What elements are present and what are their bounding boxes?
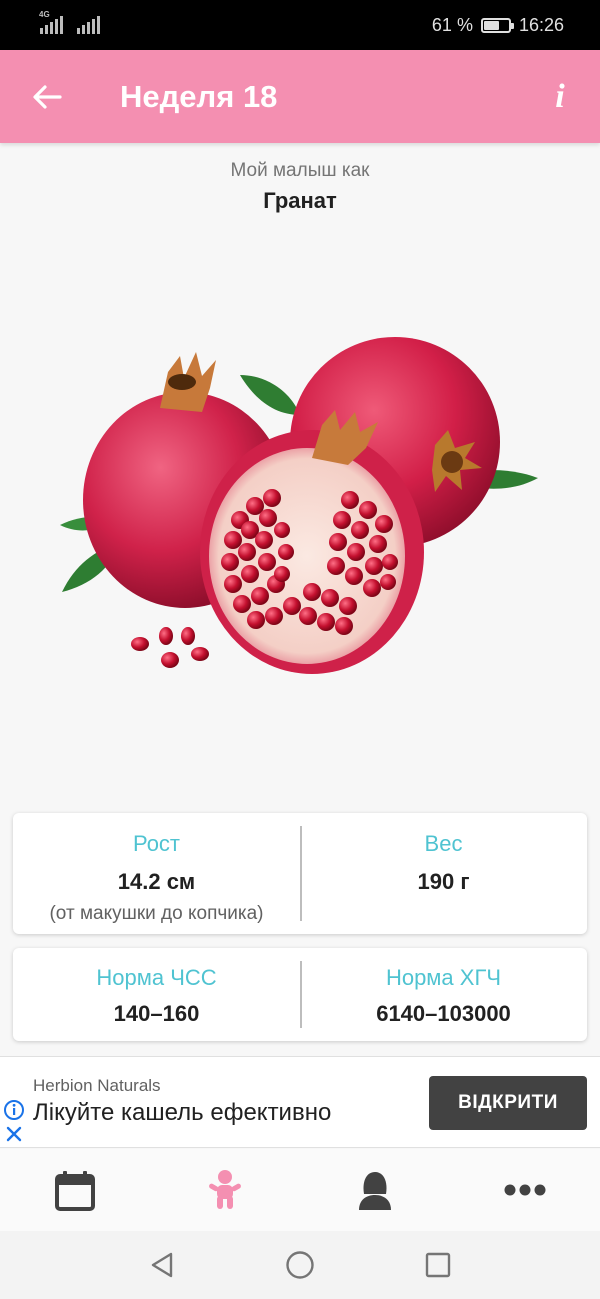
info-button[interactable]: i	[520, 50, 600, 143]
recents-square-icon	[425, 1252, 451, 1278]
back-triangle-icon	[151, 1252, 173, 1278]
clock: 16:26	[518, 14, 564, 35]
hcg-stat: Норма ХГЧ 6140–103000	[300, 948, 587, 1041]
nav-item-more[interactable]	[450, 1149, 600, 1231]
cellular-signal-icon-2	[77, 16, 100, 34]
calendar-icon	[55, 1171, 95, 1211]
system-nav	[0, 1231, 600, 1299]
home-circle-icon	[286, 1251, 314, 1279]
baby-icon	[209, 1170, 241, 1209]
system-recents-button[interactable]	[418, 1245, 458, 1285]
more-icon	[504, 1184, 546, 1196]
info-icon: i	[555, 77, 565, 115]
nav-item-baby[interactable]	[150, 1149, 300, 1231]
heart-rate-stat: Норма ЧСС 140–160	[13, 948, 300, 1041]
system-home-button[interactable]	[280, 1245, 320, 1285]
bottom-nav	[0, 1149, 600, 1231]
nav-item-mother[interactable]	[300, 1149, 450, 1231]
cellular-signal-icon: 4G	[39, 10, 63, 34]
ad-open-button[interactable]: ВІДКРИТИ	[429, 1076, 587, 1130]
size-caption: Мой малыш как	[230, 160, 370, 181]
signal-indicators: 4G	[39, 10, 100, 34]
weight-label: Вес	[424, 831, 463, 856]
norms-card: Норма ЧСС 140–160 Норма ХГЧ 6140–103000	[13, 948, 587, 1041]
weight-value: 190 г	[417, 869, 470, 894]
ad-banner[interactable]: Herbion Naturals Лікуйте кашель ефективн…	[0, 1056, 600, 1148]
arrow-left-icon	[33, 84, 62, 109]
fruit-name: Гранат	[263, 188, 337, 213]
battery-icon	[480, 17, 514, 33]
battery-percent: 61 %	[431, 14, 473, 35]
nav-item-calendar[interactable]	[0, 1149, 150, 1231]
hcg-label: Норма ХГЧ	[385, 965, 502, 990]
mother-icon	[359, 1172, 391, 1210]
ad-info-icon[interactable]	[3, 1099, 25, 1121]
weight-stat: Вес 190 г	[300, 813, 587, 934]
hcg-value: 6140–103000	[376, 1001, 511, 1026]
back-button[interactable]	[0, 50, 94, 143]
heart-rate-value: 140–160	[113, 1001, 200, 1026]
battery-level	[483, 20, 499, 30]
height-note: (от макушки до копчика)	[49, 903, 264, 924]
network-type-label: 4G	[39, 10, 50, 19]
status-right: 61 % 16:26	[432, 15, 564, 36]
page-title: Неделя 18	[120, 78, 278, 114]
height-value: 14.2 см	[117, 869, 196, 894]
height-stat: Рост 14.2 см (от макушки до копчика)	[13, 813, 300, 934]
pomegranate-image	[60, 337, 538, 674]
app-bar: Неделя 18 i	[0, 50, 600, 143]
ad-headline[interactable]: Лікуйте кашель ефективно	[33, 1099, 331, 1127]
ad-close-icon[interactable]	[4, 1124, 24, 1144]
heart-rate-label: Норма ЧСС	[96, 965, 217, 990]
height-label: Рост	[132, 831, 181, 856]
system-back-button[interactable]	[142, 1245, 182, 1285]
growth-card: Рост 14.2 см (от макушки до копчика) Вес…	[13, 813, 587, 934]
status-bar: 4G 61 % 16:26	[0, 0, 600, 50]
ad-advertiser: Herbion Naturals	[33, 1076, 161, 1095]
